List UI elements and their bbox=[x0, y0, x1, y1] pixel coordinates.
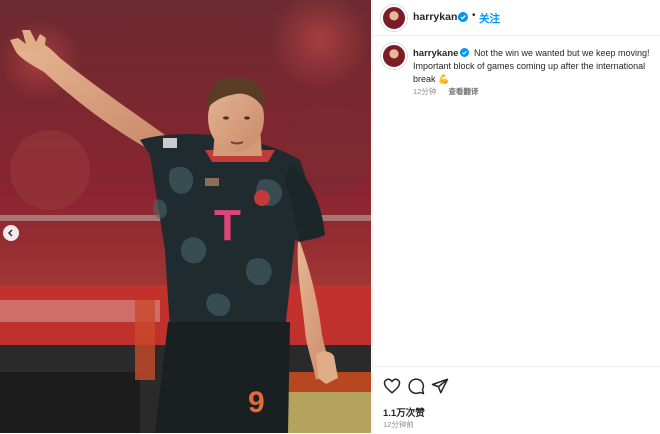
like-count[interactable]: 1.1万次赞 bbox=[383, 405, 425, 419]
caption-meta: 12分钟 查看翻译 bbox=[413, 86, 488, 97]
follow-button[interactable]: 关注 bbox=[479, 11, 500, 26]
shirt-logo: T bbox=[214, 201, 241, 250]
shorts-number: 9 bbox=[248, 386, 265, 419]
verified-badge-icon bbox=[458, 12, 468, 22]
post-timestamp: 12分钟前 bbox=[383, 420, 414, 429]
chevron-left-icon bbox=[8, 229, 13, 237]
caption-username[interactable]: harrykane bbox=[413, 48, 458, 59]
player-photo: T 9 bbox=[0, 0, 371, 433]
verified-badge-icon bbox=[460, 48, 470, 57]
caption-text-line2: Important block of games coming up after… bbox=[413, 61, 646, 71]
comment-icon[interactable] bbox=[407, 377, 425, 395]
send-icon[interactable] bbox=[431, 377, 449, 395]
caption-text-line3: break bbox=[413, 74, 436, 84]
see-translation-button[interactable]: 查看翻译 bbox=[448, 87, 478, 96]
post-header: harrykane • 关注 bbox=[373, 0, 660, 36]
heart-icon[interactable] bbox=[383, 377, 401, 395]
flexed-biceps-emoji: 💪 bbox=[438, 74, 450, 84]
username-link[interactable]: harrykane bbox=[413, 11, 463, 23]
post-photo: T 9 bbox=[0, 0, 371, 433]
post-side-panel: harrykane • 关注 harrykane Not the win we … bbox=[372, 0, 660, 433]
caption-time: 12分钟 bbox=[413, 87, 437, 96]
carousel-prev-button[interactable] bbox=[3, 225, 19, 241]
caption-avatar[interactable] bbox=[381, 43, 407, 69]
avatar[interactable] bbox=[381, 5, 407, 31]
post-actions: 1.1万次赞 12分钟前 bbox=[373, 366, 660, 434]
post-caption: harrykane Not the win we wanted but we k… bbox=[413, 47, 653, 86]
separator-dot: • bbox=[472, 10, 476, 21]
caption-text-line1: Not the win we wanted but we keep moving… bbox=[473, 48, 650, 58]
